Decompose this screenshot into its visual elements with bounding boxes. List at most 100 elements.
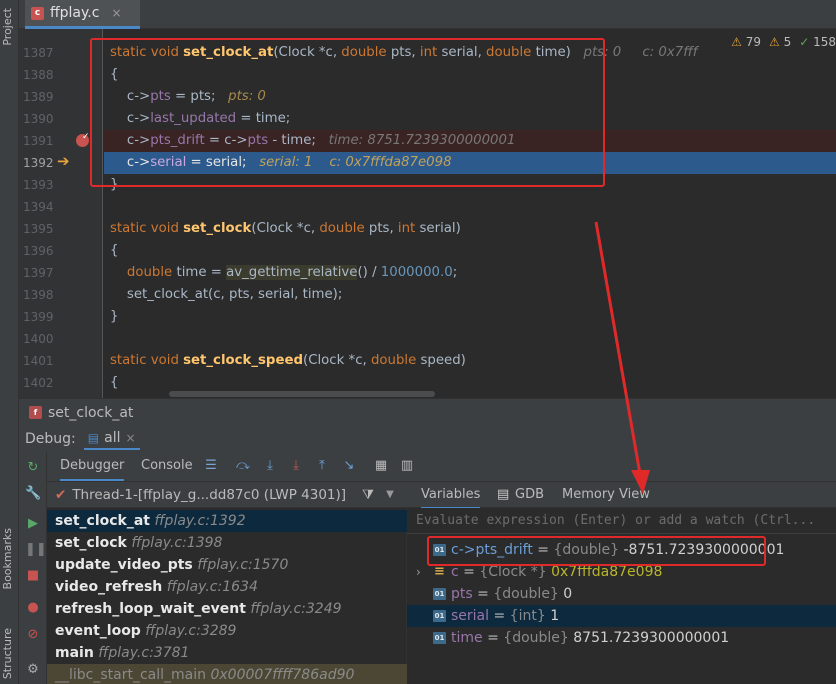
bookmarks-tool-tab[interactable]: Bookmarks [1, 528, 14, 589]
line-number: 1390 [23, 112, 54, 126]
thread-selector[interactable]: ✔ Thread-1-[ffplay_g...dd87c0 (LWP 4301)… [47, 482, 407, 508]
stack-frame[interactable]: event_loop ffplay.c:3289 [47, 620, 407, 642]
function-breadcrumb[interactable]: f set_clock_at [19, 398, 836, 426]
stack-frame[interactable]: refresh_loop_wait_event ffplay.c:3249 [47, 598, 407, 620]
breadcrumb-label: set_clock_at [48, 404, 134, 421]
chevron-down-icon: ▼ [386, 489, 394, 500]
code-editor[interactable]: 1387 1388 1389 1390 1391 1392 1393 1394 1395 1396… [19, 29, 836, 398]
frame-name: set_clock [55, 535, 127, 551]
variable-eq: = [489, 608, 510, 624]
tab-memory-view[interactable]: Memory View [562, 487, 650, 502]
variables-panel: Variables ▤ GDB Memory View Evaluate exp… [407, 482, 836, 684]
editor-tab-bar: c ffplay.c × [19, 0, 836, 29]
primitive-icon: 01 [433, 588, 446, 600]
horizontal-scrollbar[interactable] [169, 391, 435, 397]
variable-name: serial [451, 608, 490, 624]
layout-icon[interactable]: ☰ [203, 458, 219, 474]
code-line-1395: static void set_clock(Clock *c, double p… [110, 221, 461, 236]
settings-wrench-icon[interactable]: 🔧 [25, 486, 41, 502]
stack-frame[interactable]: set_clock ffplay.c:1398 [47, 532, 407, 554]
step-out-icon[interactable]: ⤒ [314, 458, 330, 474]
frame-location: ffplay.c:3289 [145, 623, 237, 639]
tab-gdb[interactable]: GDB [515, 487, 544, 502]
variable-row[interactable]: 01 pts = {double} 0 [407, 583, 836, 605]
memory-icon[interactable]: ▥ [399, 458, 415, 474]
line-number: 1400 [23, 332, 54, 346]
line-number: 1402 [23, 376, 54, 390]
variable-eq: = [482, 630, 504, 646]
code-line-1399: } [110, 309, 119, 324]
chevron-right-icon[interactable]: › [416, 561, 421, 583]
project-tool-tab[interactable]: Project [1, 8, 14, 46]
annotation-box-code [90, 38, 605, 187]
variable-row[interactable]: 01 serial = {int} 1 [407, 605, 836, 627]
gear-icon[interactable]: ⚙ [25, 662, 41, 678]
warning-icon: ⚠ [731, 35, 742, 49]
line-number: 1388 [23, 68, 54, 82]
gdb-icon: ▤ [497, 487, 510, 502]
variables-tab-bar: Variables ▤ GDB Memory View [407, 482, 836, 509]
frame-location: ffplay.c:1570 [197, 557, 289, 573]
weak-warning-icon: ⚠ [768, 35, 780, 49]
pause-icon[interactable]: ❚❚ [25, 542, 47, 558]
frame-name: update_video_pts [55, 557, 193, 573]
stack-frame[interactable]: update_video_pts ffplay.c:1570 [47, 554, 407, 576]
frame-location: 0x00007ffff786ad90 [210, 667, 355, 683]
step-over-icon[interactable]: ⤼ [235, 458, 251, 474]
variable-value: 1 [545, 608, 560, 624]
frame-location: ffplay.c:1398 [131, 535, 223, 551]
tab-variables[interactable]: Variables [421, 487, 481, 509]
debug-tool-header: Debug: ▤ all × [19, 426, 836, 452]
run-to-cursor-icon[interactable]: ↘ [341, 458, 357, 474]
line-number: 1398 [23, 288, 54, 302]
resume-icon[interactable]: ▶ [25, 516, 41, 532]
editor-tab-ffplay[interactable]: c ffplay.c × [25, 0, 140, 29]
line-number: 1396 [23, 244, 54, 258]
thread-label: Thread-1-[ffplay_g...dd87c0 (LWP 4301)] [72, 486, 347, 503]
frames-panel: ✔ Thread-1-[ffplay_g...dd87c0 (LWP 4301)… [47, 482, 407, 684]
mute-breakpoints-icon[interactable]: ⊘ [25, 627, 41, 643]
close-icon[interactable]: × [111, 6, 121, 20]
debug-label: Debug: [25, 431, 76, 447]
inspection-widget[interactable]: ⚠ 79 ⚠ 5 ✓ 158 [727, 35, 836, 49]
variable-row[interactable]: 01 time = {double} 8751.7239300000001 [407, 627, 836, 649]
stack-frame[interactable]: __libc_start_call_main 0x00007ffff786ad9… [47, 664, 407, 684]
evaluate-expression-input[interactable]: Evaluate expression (Enter) or add a wat… [407, 508, 836, 534]
run-config-icon: ▤ [87, 431, 100, 445]
frame-name: __libc_start_call_main [55, 667, 207, 683]
step-into-icon[interactable]: ⤓ [262, 458, 278, 474]
frame-name: main [55, 645, 94, 661]
left-tool-strip: Project Bookmarks Structure [0, 0, 19, 684]
stack-frame[interactable]: set_clock_at ffplay.c:1392 [47, 510, 407, 532]
force-step-into-icon[interactable]: ⤓ [288, 458, 304, 474]
line-number: 1397 [23, 266, 54, 280]
evaluate-icon[interactable]: ▦ [373, 458, 389, 474]
rerun-icon[interactable]: ↻ [25, 460, 41, 476]
check-icon: ✓ [799, 35, 810, 49]
view-breakpoints-icon[interactable]: ● [25, 600, 41, 616]
code-line-1396: { [110, 243, 119, 258]
code-line-1402: { [110, 375, 119, 390]
line-number: 1391 [23, 134, 54, 148]
variable-type: {double} [493, 586, 559, 602]
frame-location: ffplay.c:1634 [166, 579, 258, 595]
function-icon: f [29, 406, 42, 419]
structure-tool-tab[interactable]: Structure [1, 628, 14, 679]
execution-point-arrow-icon: ➔ [57, 152, 70, 170]
variable-name: c [451, 564, 459, 580]
stop-icon[interactable]: ■ [25, 568, 41, 584]
c-file-icon: c [31, 6, 44, 20]
frame-location: ffplay.c:3781 [98, 645, 190, 661]
stack-frame[interactable]: video_refresh ffplay.c:1634 [47, 576, 407, 598]
frame-name: video_refresh [55, 579, 163, 595]
variable-value: 8751.7239300000001 [568, 630, 730, 646]
line-number: 1394 [23, 200, 54, 214]
variable-name: pts [451, 586, 473, 602]
thread-status-icon: ✔ [55, 486, 67, 503]
tab-console[interactable]: Console [141, 458, 193, 473]
tab-debugger[interactable]: Debugger [60, 458, 125, 481]
line-number: 1389 [23, 90, 54, 104]
debug-config-tab[interactable]: ▤ all × [83, 428, 140, 450]
debugger-toolbar: Debugger Console ☰ ⤼ ⤓ ⤓ ⤒ ↘ ▦ ▥ [19, 452, 836, 482]
stack-frame[interactable]: main ffplay.c:3781 [47, 642, 407, 664]
